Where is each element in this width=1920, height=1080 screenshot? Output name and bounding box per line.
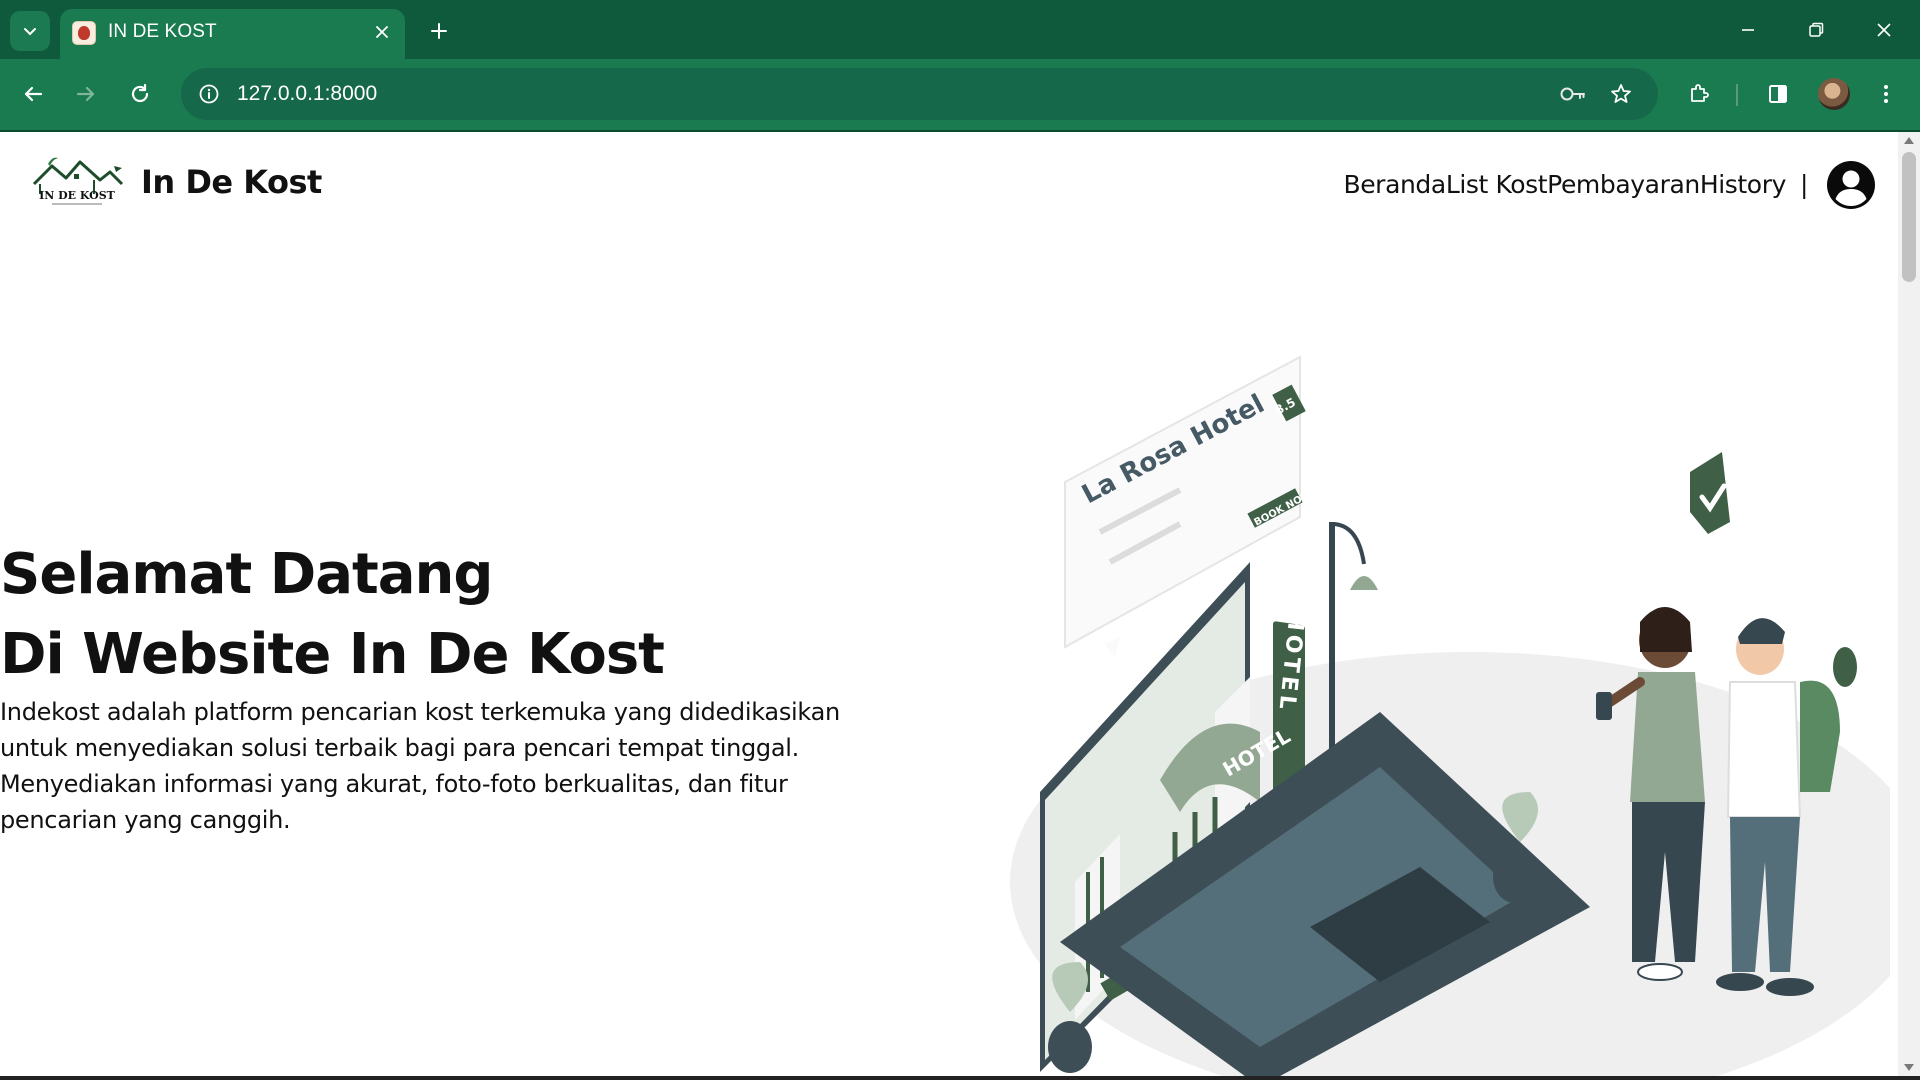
- web-page: IN DE KOST In De Kost Beranda List Kost …: [0, 132, 1898, 1076]
- back-button[interactable]: [14, 75, 52, 113]
- hero-description: Indekost adalah platform pencarian kost …: [0, 698, 840, 834]
- profile-avatar[interactable]: [1818, 78, 1850, 110]
- window-bottom-edge: [0, 1076, 1920, 1080]
- tab-close-button[interactable]: [369, 19, 395, 45]
- hero-title-line1: Selamat Datang: [0, 542, 493, 607]
- info-icon: [199, 84, 219, 104]
- address-bar[interactable]: 127.0.0.1:8000: [181, 68, 1658, 120]
- brand-name[interactable]: In De Kost: [141, 163, 322, 201]
- nav-separator: |: [1799, 170, 1808, 199]
- scroll-up-arrow-icon[interactable]: [1904, 137, 1914, 144]
- page-scrollbar[interactable]: [1898, 132, 1920, 1076]
- close-icon: [376, 26, 388, 38]
- close-window-button[interactable]: [1860, 8, 1908, 52]
- close-icon: [1877, 23, 1891, 37]
- back-icon: [24, 86, 43, 102]
- restore-icon: [1809, 22, 1824, 37]
- plus-icon: [431, 23, 447, 39]
- nav-history[interactable]: History: [1700, 170, 1787, 199]
- forward-button[interactable]: [67, 75, 105, 113]
- minimize-button[interactable]: [1724, 8, 1772, 52]
- url-text[interactable]: 127.0.0.1:8000: [237, 82, 377, 106]
- tab-title: IN DE KOST: [108, 21, 217, 42]
- bookmark-star-button[interactable]: [1605, 78, 1637, 110]
- logo-text: IN DE KOST: [39, 189, 116, 202]
- key-icon: [1560, 87, 1585, 101]
- tab-search-button[interactable]: [10, 11, 50, 51]
- star-icon: [1611, 84, 1631, 103]
- nav-list-kost[interactable]: List Kost: [1446, 170, 1548, 199]
- main-nav: Beranda List Kost Pembayaran History |: [1343, 170, 1808, 199]
- browser-toolbar: 127.0.0.1:8000: [0, 59, 1920, 130]
- hero-title-line2: Di Website In De Kost: [0, 622, 665, 687]
- toolbar-divider: [1736, 84, 1738, 106]
- browser-tab-strip: IN DE KOST: [0, 0, 1920, 59]
- chevron-down-icon: [24, 28, 36, 36]
- nav-pembayaran[interactable]: Pembayaran: [1547, 170, 1700, 199]
- user-account-icon[interactable]: [1826, 160, 1876, 210]
- password-key-button[interactable]: [1557, 78, 1589, 110]
- extensions-icon: [1691, 84, 1709, 102]
- hero-title: Selamat Datang Di Website In De Kost: [0, 535, 665, 695]
- scroll-down-arrow-icon[interactable]: [1904, 1064, 1914, 1071]
- minimize-icon: [1742, 29, 1754, 31]
- side-panel-icon: [1769, 85, 1787, 103]
- browser-tab-active[interactable]: IN DE KOST: [60, 9, 405, 59]
- reload-icon: [131, 83, 149, 103]
- scrollbar-thumb[interactable]: [1902, 152, 1916, 282]
- tab-favicon-icon: [72, 21, 96, 45]
- reload-button[interactable]: [121, 75, 159, 113]
- brand-logo[interactable]: IN DE KOST: [30, 154, 124, 212]
- hotel-booking-illustration: HOTEL HOTEL La Rosa Hotel 8.5 BOOK NOW!: [1010, 355, 1890, 1076]
- nav-beranda[interactable]: Beranda: [1343, 170, 1446, 199]
- browser-menu-button[interactable]: [1867, 75, 1905, 113]
- site-info-button[interactable]: [193, 78, 225, 110]
- forward-icon: [76, 86, 95, 102]
- new-tab-button[interactable]: [422, 14, 456, 48]
- restore-button[interactable]: [1792, 8, 1840, 52]
- side-panel-button[interactable]: [1759, 75, 1797, 113]
- extensions-button[interactable]: [1680, 75, 1718, 113]
- menu-icon: [1884, 85, 1888, 103]
